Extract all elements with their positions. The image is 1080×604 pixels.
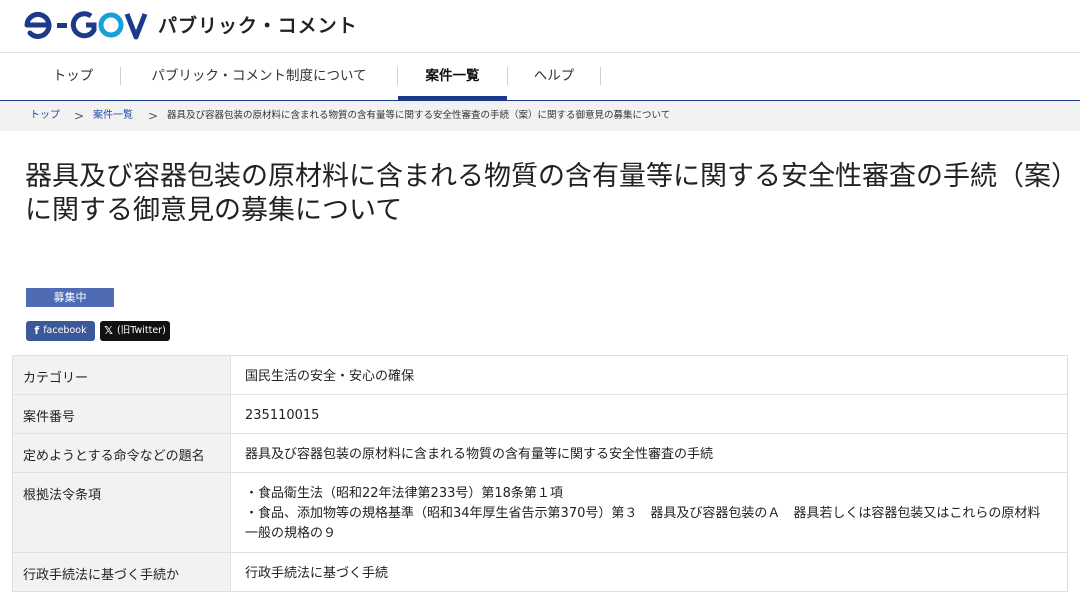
breadcrumb-separator: > xyxy=(74,109,85,123)
breadcrumb-top[interactable]: トップ xyxy=(30,101,60,131)
legal-basis-line: ・食品衛生法（昭和22年法律第233号）第18条第１項 xyxy=(245,486,563,501)
breadcrumb-current: 器具及び容器包装の原材料に含まれる物質の含有量等に関する安全性審査の手続（案）に… xyxy=(167,110,671,121)
facebook-icon: f xyxy=(34,324,40,337)
status-badge: 募集中 xyxy=(26,288,114,307)
egov-logo-mark xyxy=(24,11,148,40)
table-row: カテゴリー 国民生活の安全・安心の確保 xyxy=(12,355,1068,395)
breadcrumb: トップ > 案件一覧 > 器具及び容器包装の原材料に含まれる物質の含有量等に関す… xyxy=(0,101,1080,131)
table-row: 行政手続法に基づく手続か 行政手続法に基づく手続 xyxy=(12,552,1068,592)
breadcrumb-separator: > xyxy=(148,109,159,123)
row-label-order-title: 定めようとする命令などの題名 xyxy=(12,433,231,473)
nav-divider xyxy=(600,67,601,85)
share-facebook-button[interactable]: f facebook xyxy=(26,321,95,341)
nav-help[interactable]: ヘルプ xyxy=(508,53,600,98)
share-x-button[interactable]: 𝕏 (旧Twitter) xyxy=(100,321,170,341)
site-header: パブリック・コメント xyxy=(0,0,1080,53)
share-x-label: (旧Twitter) xyxy=(117,325,166,336)
row-label-case-number: 案件番号 xyxy=(12,394,231,434)
page-title: 器具及び容器包装の原材料に含まれる物質の含有量等に関する安全性審査の手続（案）に… xyxy=(25,161,1065,226)
case-details-table: カテゴリー 国民生活の安全・安心の確保 案件番号 235110015 定めようと… xyxy=(12,355,1068,592)
site-title[interactable]: パブリック・コメント xyxy=(158,11,358,38)
table-row: 根拠法令条項 ・食品衛生法（昭和22年法律第233号）第18条第１項 ・食品、添… xyxy=(12,472,1068,553)
row-label-procedure: 行政手続法に基づく手続か xyxy=(12,552,231,592)
row-label-legal-basis: 根拠法令条項 xyxy=(12,472,231,553)
row-value-category: 国民生活の安全・安心の確保 xyxy=(230,355,1068,395)
global-nav: トップ パブリック・コメント制度について 案件一覧 ヘルプ xyxy=(0,53,1080,102)
nav-about-public-comment[interactable]: パブリック・コメント制度について xyxy=(121,53,397,98)
x-icon: 𝕏 xyxy=(104,324,114,337)
share-facebook-label: facebook xyxy=(43,325,87,336)
egov-logo[interactable] xyxy=(24,8,152,42)
nav-case-list[interactable]: 案件一覧 xyxy=(398,53,507,100)
table-row: 定めようとする命令などの題名 器具及び容器包装の原材料に含まれる物質の含有量等に… xyxy=(12,433,1068,473)
row-value-order-title: 器具及び容器包装の原材料に含まれる物質の含有量等に関する安全性審査の手続 xyxy=(230,433,1068,473)
row-value-legal-basis: ・食品衛生法（昭和22年法律第233号）第18条第１項 ・食品、添加物等の規格基… xyxy=(230,472,1068,553)
table-row: 案件番号 235110015 xyxy=(12,394,1068,434)
legal-basis-line: ・食品、添加物等の規格基準（昭和34年厚生省告示第370号）第３ 器具及び容器包… xyxy=(245,506,1041,541)
row-value-procedure: 行政手続法に基づく手続 xyxy=(230,552,1068,592)
nav-top[interactable]: トップ xyxy=(22,53,124,98)
row-value-case-number: 235110015 xyxy=(230,394,1068,434)
row-label-category: カテゴリー xyxy=(12,355,231,395)
breadcrumb-case-list[interactable]: 案件一覧 xyxy=(93,101,133,131)
